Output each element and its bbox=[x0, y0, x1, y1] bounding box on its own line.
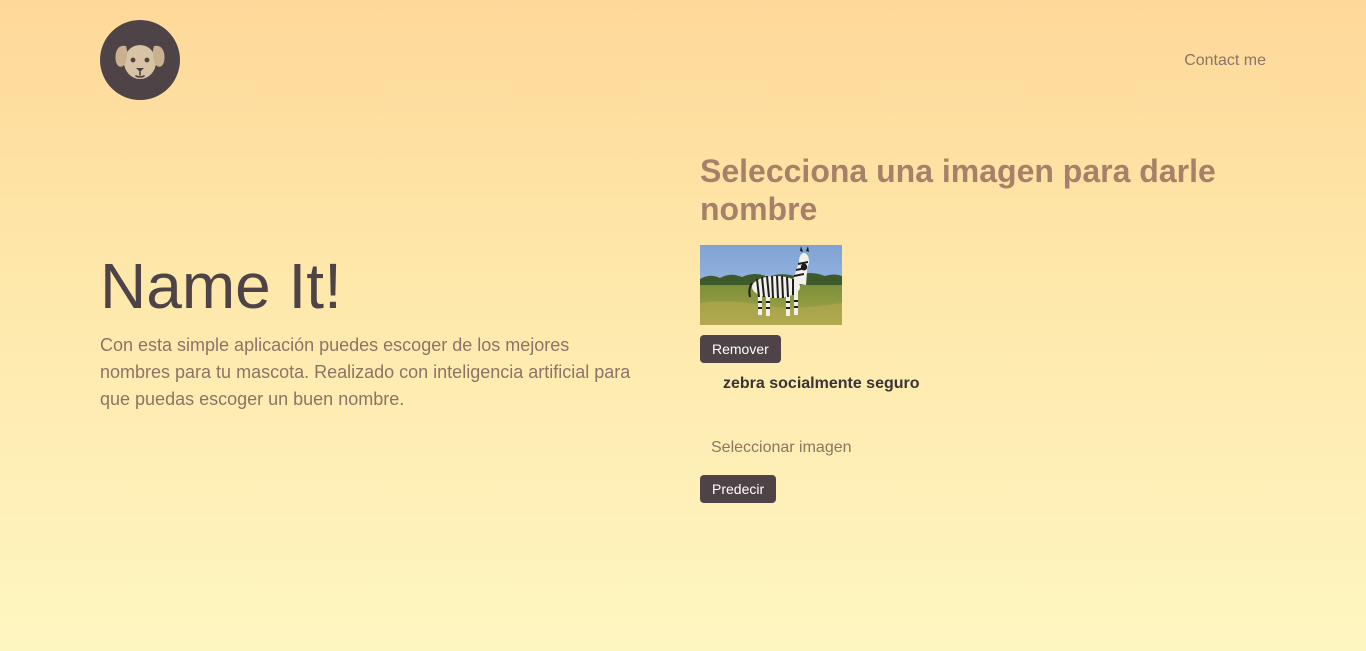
logo[interactable] bbox=[100, 20, 180, 100]
hero-section: Name It! Con esta simple aplicación pued… bbox=[100, 250, 640, 413]
panel-heading: Selecciona una imagen para darle nombre bbox=[700, 153, 1216, 227]
dog-face-icon bbox=[115, 45, 165, 79]
remove-button[interactable]: Remover bbox=[700, 335, 781, 363]
image-preview bbox=[700, 245, 842, 325]
predict-button[interactable]: Predecir bbox=[700, 475, 777, 503]
contact-link[interactable]: Contact me bbox=[1184, 52, 1266, 70]
hero-description: Con esta simple aplicación puedes escoge… bbox=[100, 335, 631, 409]
select-image-input[interactable]: Seleccionar imagen bbox=[711, 439, 1260, 457]
upload-panel: Selecciona una imagen para darle nombre bbox=[700, 152, 1260, 503]
prediction-result: zebra socialmente seguro bbox=[723, 375, 920, 392]
page-title: Name It! bbox=[100, 250, 342, 322]
